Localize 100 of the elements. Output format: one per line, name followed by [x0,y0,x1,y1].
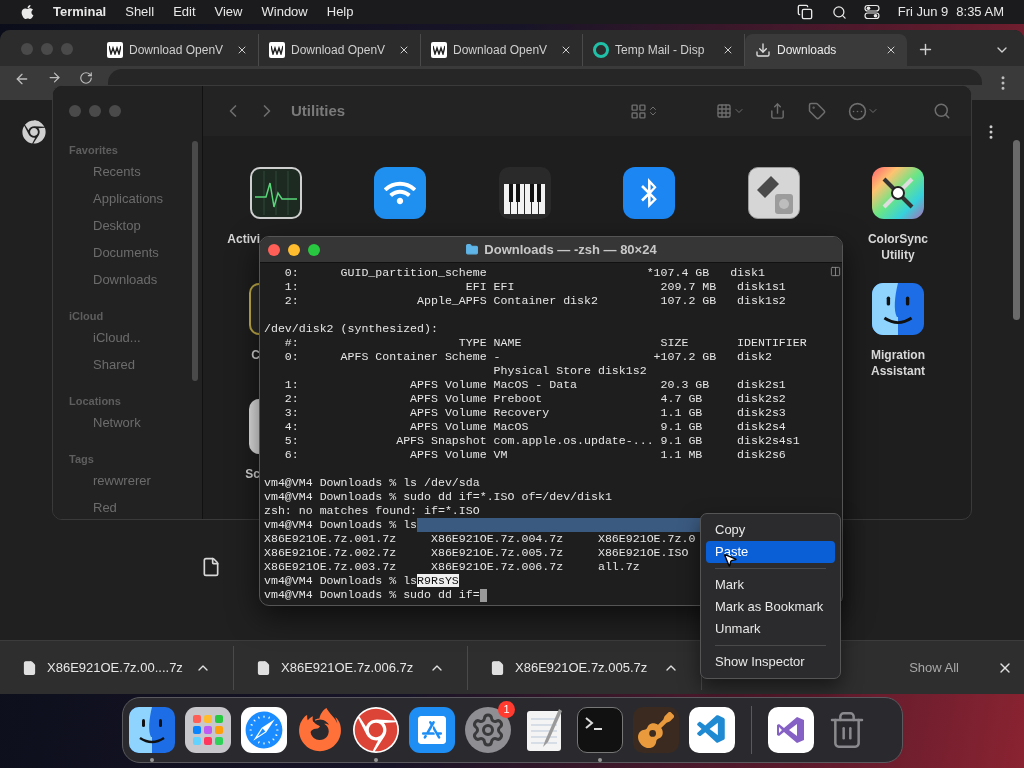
share-icon[interactable] [769,102,786,120]
menu-date[interactable]: Fri Jun 9 [897,2,949,22]
terminal-line: vm4@VM4 Downloads % sudo dd if=*.ISO of=/dev/disk1 [264,490,612,504]
close-tab-button[interactable] [398,44,410,56]
close-window-button[interactable] [268,243,280,256]
more-button[interactable] [848,101,879,121]
ide-icon[interactable] [768,707,814,753]
menu-item[interactable]: Edit [173,2,196,22]
small-grid-icon[interactable] [715,103,733,119]
terminal-line: 2: APFS Volume Preboot 4.7 GB disk2s2 [283,392,786,406]
menu-item[interactable]: Terminal [53,2,107,22]
file-label[interactable]: Migration Assistant [852,347,944,379]
terminal-line: 1: EFI EFI 209.7 MB disk1s1 [283,280,786,294]
terminal-line: vm4@VM4 Downloads % lsR9RsYS [264,574,459,588]
terminal-line: 2: Apple_APFS Container disk2 107.2 GB disk1s2 [283,294,786,308]
browser-tab[interactable]: Downloads [745,34,907,66]
terminal-line: X86E921OE.7z.001.7z X86E921OE.7z.004.7z X86E921OE.7z.0 [264,532,696,546]
code-editor-icon[interactable] [689,707,735,753]
color-tools-icon[interactable] [871,167,924,219]
terminal-line: vm4@VM4 Downloads % ls /dev/sda [264,476,480,490]
tag-icon[interactable] [808,102,826,120]
terminal-line: 3: APFS Volume Recovery 1.1 GB disk2s3 [283,406,786,420]
smiling-face-icon[interactable] [129,707,175,753]
text-cursor [479,588,487,602]
file-label[interactable]: Sc [245,466,260,482]
terminal-line: 6: APFS Volume VM 1.1 MB disk2s6 [283,448,786,462]
compass-icon[interactable] [241,707,287,753]
terminal-line: vm4@VM4 Downloads % sudo dd if= [264,588,480,602]
search-icon[interactable] [831,4,847,20]
menu-item[interactable]: View [214,2,243,22]
toggles-icon[interactable] [863,4,880,20]
file-label[interactable]: ColorSync Utility [851,231,944,263]
circle-logo-icon[interactable] [353,707,399,753]
app-grid-icon[interactable] [185,707,231,753]
new-tab-button[interactable] [917,41,934,58]
close-tab-button[interactable] [560,44,572,56]
close-tab-button[interactable] [885,44,897,56]
terminal-icon[interactable] [577,707,623,753]
guitar-icon[interactable] [633,707,679,753]
file-name: X86E921OE.7z.00....7z [47,658,184,677]
overlapping-windows-icon[interactable] [796,4,813,20]
zigzag-square-icon [269,42,285,58]
terminal-line: 5: APFS Snapshot com.apple.os.update-... 9.1 GB disk2s4s1 [283,434,800,448]
file-name: X86E921OE.7z.005.7z [515,658,649,677]
menu-item[interactable]: Mark [706,574,835,596]
window-title: Downloads — -zsh — 80×24 [484,240,657,259]
folder-icon [465,243,480,256]
window-title: Utilities [291,100,346,121]
apple-menu-icon[interactable] [20,4,35,20]
menu-item[interactable]: Help [326,2,354,22]
section-heading: Tags [69,451,95,467]
menu-item[interactable]: Show Inspector [706,651,835,673]
terminal-line: vm4@VM4 Downloads % ls [264,518,418,532]
up-down-chevron-icon[interactable] [647,105,659,117]
minimize-window-button[interactable] [288,243,300,256]
grid-icon[interactable] [630,102,647,120]
download-item[interactable]: X86E921OE.7z.006.7z [234,645,468,690]
file-icon [490,658,505,677]
menu-item[interactable]: Window [261,2,308,22]
wifi-icon[interactable] [374,167,427,219]
smiling-face-icon[interactable] [872,283,924,335]
ellipsis-circle-icon[interactable] [848,101,867,121]
menu-item[interactable]: Paste [706,541,835,563]
group-button[interactable] [715,103,745,119]
close-tab-button[interactable] [722,44,734,56]
disk-drive-icon[interactable] [747,167,800,219]
view-mode-button[interactable] [630,102,659,120]
menu-item[interactable]: Shell [125,2,155,22]
browser-logo-icon [22,120,46,144]
menu-item[interactable]: Mark as Bookmark [706,596,835,618]
section-heading: iCloud [69,308,105,324]
terminal-line: X86E921OE.7z.002.7z X86E921OE.7z.005.7z X86E921OE.ISO [264,546,689,560]
download-item[interactable]: X86E921OE.7z.00....7z [0,645,234,690]
terminal-line: /dev/disk2 (synthesized): [264,322,438,336]
zoom-window-button[interactable] [308,243,320,256]
show-all-button[interactable]: Show All [905,657,963,678]
split-pane-icon[interactable] [829,266,841,277]
terminal-line: Physical Store disk1s2 [492,364,647,378]
app-store-icon[interactable] [409,707,455,753]
ring-logo-icon [593,42,609,58]
app-icon[interactable] [249,399,260,454]
terminal-line: 4: APFS Volume MacOS 9.1 GB disk2s4 [283,420,786,434]
terminal-line: 0: APFS Container Scheme - +107.2 GB disk2 [283,350,772,364]
notification-badge: 1 [498,701,515,718]
piano-keyboard-icon[interactable] [498,167,551,219]
terminal-line: 1: APFS Volume MacOS - Data 20.3 GB disk2s1 [283,378,786,392]
gear-icon[interactable] [465,707,511,753]
bluetooth-icon[interactable] [623,167,676,219]
menu-item[interactable]: Copy [706,519,835,541]
terminal-line: X86E921OE.7z.003.7z X86E921OE.7z.006.7z all.7z [264,560,640,574]
file-label[interactable]: Activi [227,231,260,247]
file-icon [22,658,37,677]
menu-item[interactable]: Unmark [706,618,835,640]
file-label[interactable]: C [251,347,260,363]
close-tab-button[interactable] [236,44,248,56]
pulse-monitor-icon[interactable] [250,167,302,219]
fox-globe-icon[interactable] [297,707,343,753]
download-icon [755,42,771,58]
file-icon [256,658,271,677]
menu-clock[interactable]: 8:35 AM [956,2,1004,22]
